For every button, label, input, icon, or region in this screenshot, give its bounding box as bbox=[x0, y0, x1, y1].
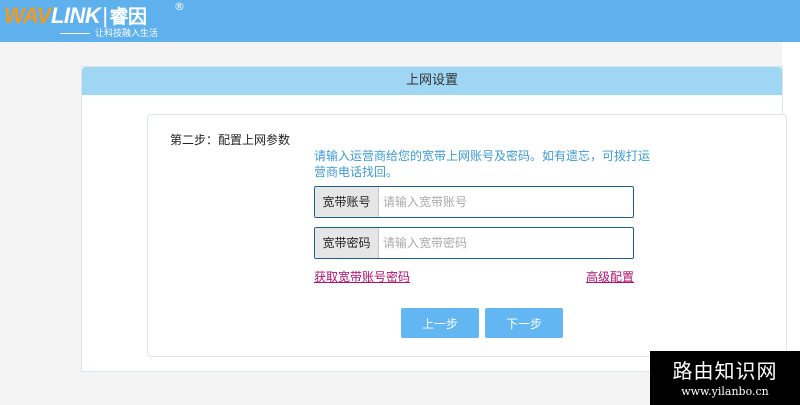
internet-settings-panel: 上网设置 第二步：配置上网参数 请输入运营商给您的宽带上网账号及密码。如有遗忘，… bbox=[81, 66, 787, 372]
get-account-link[interactable]: 获取宽带账号密码 bbox=[314, 268, 410, 285]
wavlink-logo: WAVLINK| 睿因 ® 让科技融入生活 bbox=[4, 0, 194, 40]
panel-title: 上网设置 bbox=[82, 67, 782, 95]
broadband-account-input[interactable] bbox=[379, 187, 633, 217]
watermark-title: 路由知识网 bbox=[672, 359, 778, 383]
broadband-password-field: 宽带密码 bbox=[314, 227, 634, 259]
logo-brand-link: LINK bbox=[50, 3, 101, 28]
watermark-url: www.yilanbo.cn bbox=[681, 385, 769, 398]
logo-brand: WAVLINK| 睿因 bbox=[4, 2, 147, 29]
logo-separator: | bbox=[102, 3, 108, 28]
advanced-config-link[interactable]: 高级配置 bbox=[586, 268, 634, 285]
broadband-account-label: 宽带账号 bbox=[315, 187, 379, 217]
step-label: 第二步：配置上网参数 bbox=[170, 133, 291, 147]
logo-brand-cn: 睿因 bbox=[109, 6, 148, 28]
next-step-button[interactable]: 下一步 bbox=[485, 308, 563, 338]
broadband-password-label: 宽带密码 bbox=[315, 228, 379, 258]
logo-brand-wav: WAV bbox=[4, 3, 51, 28]
hint-text: 请输入运营商给您的宽带上网账号及密码。如有遗忘，可拨打运营商电话找回。 bbox=[314, 149, 651, 179]
broadband-password-input[interactable] bbox=[379, 228, 633, 258]
site-watermark: 路由知识网 www.yilanbo.cn bbox=[650, 351, 800, 405]
broadband-account-field: 宽带账号 bbox=[314, 186, 634, 218]
settings-form: 第二步：配置上网参数 请输入运营商给您的宽带上网账号及密码。如有遗忘，可拨打运营… bbox=[147, 114, 787, 357]
top-header-bar: WAVLINK| 睿因 ® 让科技融入生活 bbox=[0, 0, 800, 42]
registered-mark: ® bbox=[174, 0, 185, 13]
logo-tagline: 让科技融入生活 bbox=[95, 29, 159, 39]
prev-step-button[interactable]: 上一步 bbox=[401, 308, 479, 338]
tagline-divider bbox=[60, 33, 90, 34]
